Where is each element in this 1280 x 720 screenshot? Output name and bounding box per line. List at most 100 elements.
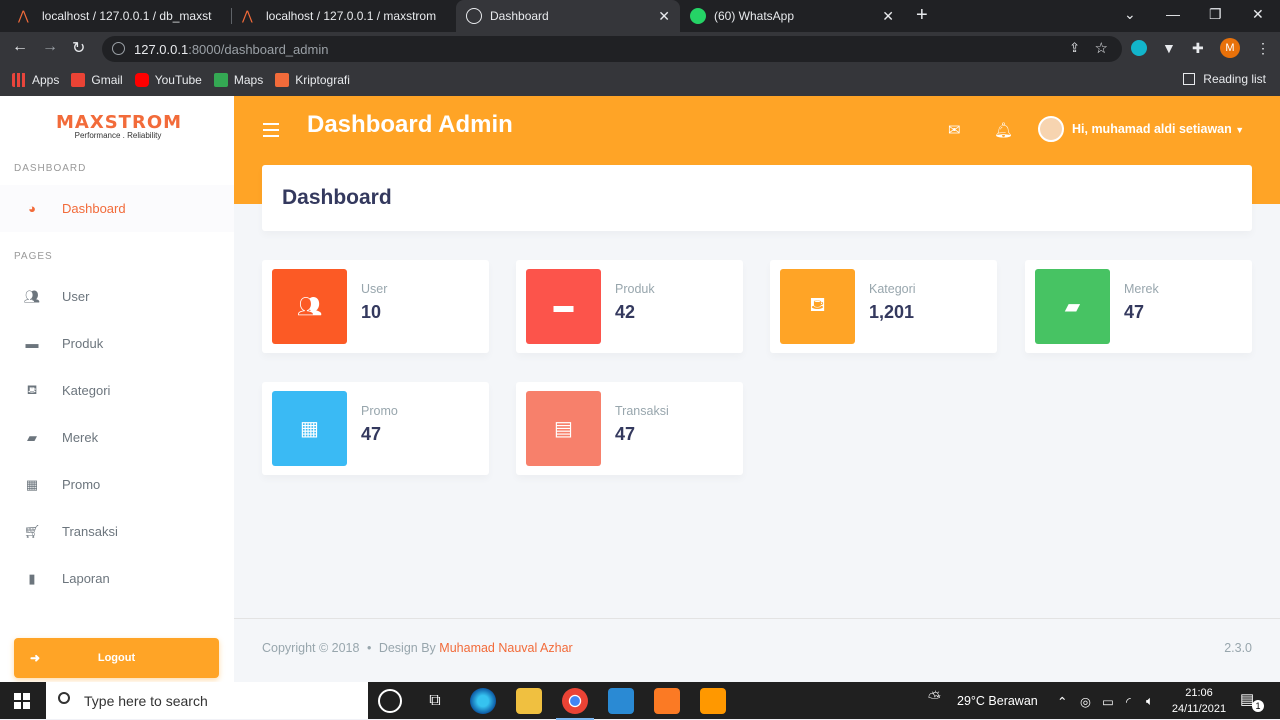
sidebar-item-transaksi[interactable]: 🛒︎ Transaksi <box>0 508 234 555</box>
stat-card-kategori: ⛾ Kategori 1,201 <box>770 260 997 353</box>
weather-icon[interactable]: ⛅︎ <box>928 690 941 708</box>
info-icon[interactable] <box>112 42 125 55</box>
profile-avatar[interactable]: M <box>1220 38 1240 58</box>
menu-toggle-icon[interactable] <box>263 123 279 141</box>
stat-label: Produk <box>615 282 655 296</box>
browser-tab[interactable]: (60) WhatsApp ✕ <box>680 0 904 32</box>
windows-start-icon[interactable] <box>14 693 30 709</box>
tab-title: Dashboard <box>490 9 549 23</box>
wifi-icon[interactable]: ◜ <box>1126 694 1131 709</box>
close-window-icon[interactable]: ✕ <box>1252 6 1264 23</box>
tab-title: localhost / 127.0.0.1 / db_maxstro <box>42 9 212 23</box>
close-tab-icon[interactable]: ✕ <box>882 8 894 25</box>
chevron-down-icon[interactable]: ⌄ <box>1124 6 1136 23</box>
close-tab-icon[interactable]: ✕ <box>658 8 670 25</box>
share-icon[interactable]: ⇪ <box>1069 40 1080 56</box>
more-menu-icon[interactable]: ⋮ <box>1256 40 1270 57</box>
copyright-text: Copyright © 2018 <box>262 641 360 655</box>
phpmyadmin-icon: ⋀ <box>242 8 253 23</box>
stat-card-transaksi: ▤ Transaksi 47 <box>516 382 743 475</box>
sublime-text-icon[interactable] <box>700 688 726 714</box>
sidebar-item-laporan[interactable]: ▮ Laporan <box>0 555 234 602</box>
cortana-icon[interactable] <box>378 689 402 713</box>
puzzle-icon[interactable]: ✚ <box>1192 40 1204 57</box>
stat-value: 47 <box>615 424 636 444</box>
stat-value: 1,201 <box>869 302 915 322</box>
bookmark-kriptografi[interactable]: Kriptografi <box>275 73 350 87</box>
store-icon: ▬ <box>526 269 601 344</box>
chrome-icon[interactable] <box>556 688 594 720</box>
file-explorer-icon[interactable] <box>516 688 542 714</box>
sidebar-item-label: Kategori <box>62 383 111 398</box>
sidebar-item-promo[interactable]: ▦ Promo <box>0 461 234 508</box>
envelope-icon[interactable]: ✉ <box>948 121 961 139</box>
bookmark-apps[interactable]: Apps <box>12 73 59 87</box>
avatar[interactable] <box>1038 116 1064 142</box>
sidebar-section-heading: PAGES <box>14 251 53 262</box>
tab-title: localhost / 127.0.0.1 / maxstrom <box>266 9 436 23</box>
clock-date: 24/11/2021 <box>1171 703 1227 715</box>
browser-tab[interactable]: ⋀ localhost / 127.0.0.1 / db_maxstro <box>8 0 232 32</box>
bookmark-gmail[interactable]: Gmail <box>71 73 123 87</box>
vue-devtools-icon[interactable]: ▼ <box>1162 40 1176 56</box>
browser-tab-active[interactable]: Dashboard ✕ <box>456 0 680 32</box>
address-bar[interactable]: 127.0.0.1:8000/dashboard_admin ⇪ ☆ <box>102 36 1122 62</box>
url-path: :8000/dashboard_admin <box>188 42 329 57</box>
author-link[interactable]: Muhamad Nauval Azhar <box>439 641 572 655</box>
tab-title: (60) WhatsApp <box>714 9 795 23</box>
meet-now-icon[interactable]: ◎ <box>1080 694 1091 709</box>
task-view-icon[interactable]: ⧉ <box>422 688 448 714</box>
sign-out-icon: ➜ <box>30 651 41 665</box>
vscode-icon[interactable] <box>608 688 634 714</box>
brand-logo[interactable]: MAXSTROM Performance . Reliability <box>56 112 181 140</box>
users-icon: 👥︎ <box>23 288 41 304</box>
new-tab-icon[interactable]: + <box>916 4 928 27</box>
taskbar-search[interactable]: Type here to search <box>46 682 368 719</box>
sidebar-item-merek[interactable]: ▰ Merek <box>0 414 234 461</box>
reload-icon[interactable]: ↻ <box>72 38 85 58</box>
logout-label: Logout <box>97 652 136 664</box>
weather-text[interactable]: 29°C Berawan <box>957 694 1038 708</box>
xampp-icon <box>275 73 290 87</box>
bookmark-maps[interactable]: Maps <box>213 73 263 87</box>
user-greeting: Hi, muhamad aldi setiawan <box>1072 122 1232 136</box>
xampp-icon[interactable] <box>654 688 680 714</box>
chevron-up-icon[interactable]: ⌃ <box>1057 694 1067 709</box>
sidebar-item-label: Transaksi <box>62 524 118 539</box>
bookmark-star-icon[interactable]: ☆ <box>1095 39 1108 57</box>
restore-icon[interactable]: ❐ <box>1209 6 1222 23</box>
minimize-icon[interactable]: — <box>1166 6 1180 22</box>
bookmark-youtube[interactable]: YouTube <box>134 73 202 87</box>
reading-list-icon <box>1183 73 1196 85</box>
notification-count: 1 <box>1252 700 1264 712</box>
extension-icon[interactable] <box>1131 40 1147 56</box>
user-dropdown[interactable]: Hi, muhamad aldi setiawan ▼ <box>1072 122 1244 136</box>
stat-card-produk: ▬ Produk 42 <box>516 260 743 353</box>
bell-icon[interactable]: 🔔︎ <box>994 121 1013 139</box>
gifts-icon: ▦ <box>25 476 39 492</box>
bullet-separator: • <box>366 641 372 655</box>
volume-icon[interactable]: 🔈︎ <box>1146 694 1154 709</box>
stat-label: Merek <box>1124 282 1159 296</box>
logout-button[interactable]: ➜ Logout <box>14 638 219 678</box>
back-icon[interactable]: ← <box>12 38 28 56</box>
search-placeholder: Type here to search <box>84 692 208 709</box>
battery-icon[interactable]: ▭ <box>1102 694 1114 709</box>
reading-list-button[interactable]: Reading list <box>1183 72 1266 86</box>
gifts-icon: ▦ <box>272 391 347 466</box>
forward-icon[interactable]: → <box>42 38 58 56</box>
system-clock[interactable]: 21:06 24/11/2021 <box>1170 685 1228 717</box>
design-by-text: Design By <box>378 641 436 655</box>
sidebar: MAXSTROM Performance . Reliability DASHB… <box>0 96 234 682</box>
sidebar-item-dashboard[interactable]: ◕ Dashboard <box>0 185 234 232</box>
page-footer: Copyright © 2018 • Design By Muhamad Nau… <box>234 618 1280 682</box>
stat-card-merek: ▰ Merek 47 <box>1025 260 1252 353</box>
sidebar-item-label: Laporan <box>62 571 110 586</box>
sidebar-item-kategori[interactable]: ⛾ Kategori <box>0 367 234 414</box>
page-title: Dashboard Admin <box>307 111 513 138</box>
edge-icon[interactable] <box>470 688 496 714</box>
sidebar-item-user[interactable]: 👥︎ User <box>0 273 234 320</box>
sidebar-item-label: User <box>62 289 90 304</box>
sidebar-item-produk[interactable]: ▬ Produk <box>0 320 234 367</box>
browser-tab[interactable]: ⋀ localhost / 127.0.0.1 / maxstrom <box>232 0 456 32</box>
